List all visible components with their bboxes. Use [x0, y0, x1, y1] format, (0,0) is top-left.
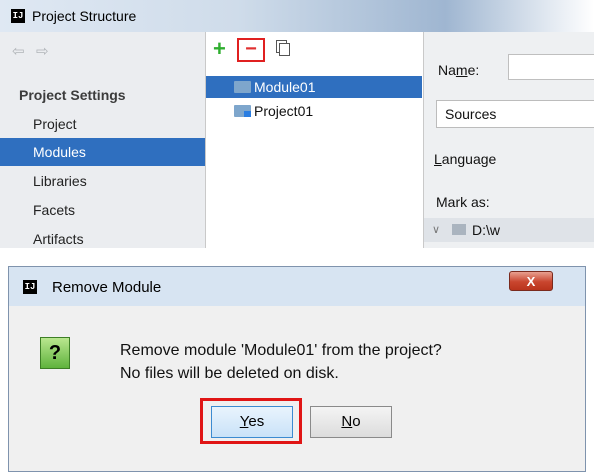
sidebar-item-modules[interactable]: Modules [0, 138, 205, 166]
close-icon[interactable]: X [509, 271, 553, 291]
dialog-title: Remove Module [52, 279, 162, 296]
name-field[interactable] [508, 54, 594, 80]
chevron-down-icon[interactable]: ∨ [432, 218, 440, 242]
module-row-project01[interactable]: Project01 [234, 100, 313, 122]
title-bar: IJ Project Structure [0, 0, 594, 32]
content-root-path: D:\w [472, 222, 500, 238]
project-structure-window: IJ Project Structure ⇦ ⇨ Project Setting… [0, 0, 594, 248]
copy-icon[interactable] [276, 40, 290, 56]
sidebar-item-artifacts[interactable]: Artifacts [0, 225, 205, 248]
question-icon: ? [40, 337, 70, 369]
sidebar-item-project[interactable]: Project [0, 110, 205, 138]
module-name: Project01 [254, 103, 314, 119]
remove-icon[interactable]: − [237, 38, 265, 62]
yes-button[interactable]: Yes [211, 406, 293, 438]
remove-module-dialog: IJ Remove Module X ? Remove module 'Modu… [8, 266, 586, 474]
folder-icon [452, 224, 466, 235]
sidebar-item-libraries[interactable]: Libraries [0, 167, 205, 195]
name-label: Name: [438, 62, 480, 78]
language-label: Language [434, 151, 497, 167]
no-button[interactable]: No [310, 406, 392, 438]
module-list-pane: + − Module01 Project01 [206, 32, 422, 248]
project-folder-icon [234, 104, 251, 117]
tab-sources[interactable]: Sources [436, 100, 594, 128]
dialog-message-line2: No files will be deleted on disk. [120, 365, 339, 382]
intellij-logo-icon: IJ [11, 9, 25, 23]
mark-as-label: Mark as: [436, 194, 490, 210]
dialog-message-line1: Remove module 'Module01' from the projec… [120, 342, 442, 359]
sidebar-item-facets[interactable]: Facets [0, 196, 205, 224]
content-root-row[interactable]: ∨ D:\w [424, 218, 594, 242]
module-row-module01[interactable]: Module01 [206, 76, 422, 98]
dialog-title-bar: IJ Remove Module X [8, 266, 586, 306]
intellij-logo-icon: IJ [23, 280, 37, 294]
section-header: Project Settings [19, 87, 126, 103]
module-settings-pane: Name: Sources Language Mark as: ∨ D:\w [423, 32, 594, 248]
add-icon[interactable]: + [213, 36, 226, 62]
module-name: Module01 [254, 79, 316, 95]
back-arrow-icon[interactable]: ⇦ [12, 42, 25, 60]
module-folder-icon [234, 80, 251, 93]
settings-sidebar: ⇦ ⇨ Project Settings Project Modules Lib… [0, 32, 206, 248]
window-title: Project Structure [32, 8, 137, 24]
dialog-body: ? Remove module 'Module01' from the proj… [8, 306, 586, 472]
forward-arrow-icon[interactable]: ⇨ [36, 42, 49, 60]
